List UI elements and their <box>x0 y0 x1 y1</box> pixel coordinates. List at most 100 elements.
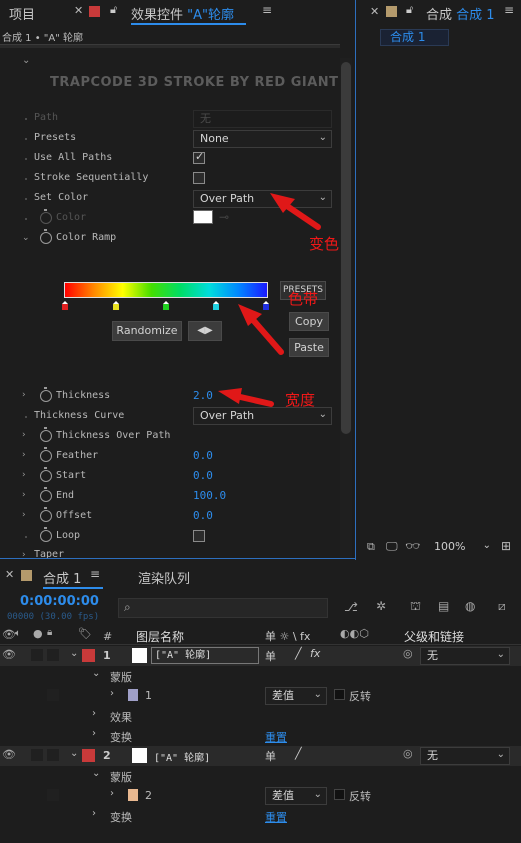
masks-group-row[interactable]: ⌄ 蒙版 <box>0 766 521 786</box>
mask-invert-checkbox[interactable] <box>334 789 345 800</box>
offset-twirl-chevron[interactable]: › <box>22 510 26 520</box>
monitor-icon[interactable]: 🖵︎ <box>386 539 398 554</box>
stopwatch-icon[interactable] <box>40 427 52 442</box>
grid-toggle-icon[interactable]: ⊞ <box>501 539 511 553</box>
search-icon: ⌕ <box>124 600 131 614</box>
graph-editor-icon[interactable]: ⧄ <box>498 599 506 614</box>
panel-menu-icon[interactable]: ≡ <box>90 567 100 581</box>
audio-toggle[interactable] <box>31 649 43 661</box>
motion-blur-icon[interactable]: ◍ <box>465 599 475 613</box>
zoom-dropdown[interactable]: 100% ⌄ <box>431 538 495 556</box>
hide-shy-layers-icon[interactable]: ⛫ <box>410 599 421 615</box>
twirl-chevron-icon[interactable]: ⌄ <box>92 768 100 779</box>
label-tag-icon[interactable]: 🏷︎ <box>78 627 92 640</box>
comp-mini-flowchart-icon[interactable]: ⎇ <box>344 600 358 614</box>
audio-toggle[interactable] <box>31 749 43 761</box>
layer-row-2[interactable]: 👁︎ ⌄ 2 ["A" 轮廓] 单 ╱ ◎ 无 ⌄ <box>0 746 521 766</box>
quality-switch-icon[interactable]: ╱ <box>295 647 302 660</box>
lock-column-icon[interactable]: 🔒︎ <box>47 627 52 638</box>
lock-icon[interactable]: 🔓︎ <box>406 3 413 17</box>
search-input[interactable]: ⌕ <box>118 598 328 618</box>
twirl-chevron-icon[interactable]: ⌄ <box>70 748 78 759</box>
offset-value[interactable]: 0.0 <box>193 509 213 522</box>
mask-lock-toggle[interactable] <box>47 789 59 801</box>
parent-dropdown[interactable]: 无 ⌄ <box>420 747 510 765</box>
stopwatch-icon[interactable] <box>40 527 52 542</box>
parent-pickwhip-icon[interactable]: ◎ <box>403 647 413 660</box>
mask-color-swatch[interactable] <box>128 789 138 801</box>
parent-pickwhip-icon[interactable]: ◎ <box>403 747 413 760</box>
render-preview-icon[interactable]: ⧉ <box>367 540 375 554</box>
stopwatch-icon[interactable] <box>40 487 52 502</box>
visibility-eye-icon[interactable]: 👁︎ <box>2 748 16 761</box>
col-layer-name-header[interactable]: 图层名称 <box>136 628 184 645</box>
layer-row-1[interactable]: 👁︎ ⌄ 1 ["A" 轮廓] 单 ╱ fx ◎ 无 ⌄ <box>0 646 521 666</box>
effects-panel-border <box>355 0 356 560</box>
mask-lock-toggle[interactable] <box>47 689 59 701</box>
tab-render-queue[interactable]: 渲染队列 <box>138 568 190 587</box>
lock-toggle[interactable] <box>47 649 59 661</box>
twirl-chevron-icon[interactable]: › <box>92 728 96 739</box>
twirl-chevron-icon[interactable]: ⌄ <box>92 668 100 679</box>
twirl-chevron-icon[interactable]: › <box>110 688 114 699</box>
quality-switch-icon[interactable]: ╱ <box>295 747 302 760</box>
mask-mode-dropdown[interactable]: 差值 ⌄ <box>265 687 327 705</box>
end-twirl-chevron[interactable]: › <box>22 490 26 500</box>
tab-composition[interactable]: 合成 合成 1 <box>426 4 495 23</box>
mask-color-swatch[interactable] <box>128 689 138 701</box>
twirl-chevron-icon[interactable]: › <box>110 788 114 799</box>
close-icon[interactable]: ✕ <box>370 5 379 18</box>
thickness-over-path-label: Thickness Over Path <box>56 430 171 441</box>
feather-value[interactable]: 0.0 <box>193 449 213 462</box>
col-switch-icons: ◐◐⬡ <box>340 627 369 640</box>
visibility-eye-icon[interactable]: 👁︎ <box>2 648 16 661</box>
parent-value: 无 <box>427 749 438 762</box>
stopwatch-icon[interactable] <box>40 507 52 522</box>
effects-group-row[interactable]: › 效果 <box>0 706 521 726</box>
layer-name[interactable]: ["A" 轮廓] <box>151 647 259 664</box>
loop-checkbox[interactable] <box>193 530 205 542</box>
transform-reset-link[interactable]: 重置 <box>265 809 287 825</box>
mask-mode-dropdown[interactable]: 差值 ⌄ <box>265 787 327 805</box>
layer-name[interactable]: ["A" 轮廓] <box>154 749 210 764</box>
mask-invert-label: 反转 <box>349 790 371 803</box>
frame-blending-icon[interactable]: ▤ <box>438 599 449 613</box>
feather-twirl-chevron[interactable]: › <box>22 450 26 460</box>
transform-reset-link[interactable]: 重置 <box>265 729 287 745</box>
lock-toggle[interactable] <box>47 749 59 761</box>
timecode[interactable]: 0:00:00:00 <box>20 594 99 609</box>
audio-icon[interactable]: 🔈︎ <box>15 628 21 639</box>
stopwatch-icon[interactable] <box>40 467 52 482</box>
start-twirl-chevron[interactable]: › <box>22 470 26 480</box>
shy-switch[interactable]: 单 <box>265 748 276 764</box>
mask-number: 1 <box>145 689 152 702</box>
shy-switch[interactable]: 单 <box>265 648 276 664</box>
twirl-chevron-icon[interactable]: ⌄ <box>70 648 78 659</box>
video-eye-icon[interactable]: 👁︎ <box>2 628 16 641</box>
mask-invert-checkbox[interactable] <box>334 689 345 700</box>
thickness-over-path-twirl-chevron[interactable]: › <box>22 430 26 440</box>
close-icon[interactable]: ✕ <box>5 568 14 581</box>
transform-group-row[interactable]: › 变换 重置 <box>0 726 521 746</box>
draft-3d-icon[interactable]: ✲ <box>376 599 386 613</box>
end-value[interactable]: 100.0 <box>193 489 226 502</box>
mask-visibility-icon[interactable]: 👓︎ <box>405 539 420 553</box>
comp-viewer[interactable] <box>359 52 521 532</box>
twirl-chevron-icon[interactable]: › <box>92 808 96 819</box>
tab-timeline[interactable]: 合成 1 <box>43 568 81 587</box>
solo-icon[interactable]: ● <box>33 627 43 640</box>
layer-label-color[interactable] <box>82 749 95 762</box>
layer-label-color[interactable] <box>82 649 95 662</box>
stopwatch-icon[interactable] <box>40 447 52 462</box>
start-value[interactable]: 0.0 <box>193 469 213 482</box>
parent-dropdown[interactable]: 无 ⌄ <box>420 647 510 665</box>
mask-row-1[interactable]: › 1 差值 ⌄ 反转 <box>0 686 521 706</box>
col-parent-header[interactable]: 父级和链接 <box>404 628 464 645</box>
panel-menu-icon[interactable]: ≡ <box>504 3 514 17</box>
mask-row-2[interactable]: › 2 差值 ⌄ 反转 <box>0 786 521 806</box>
masks-group-row[interactable]: ⌄ 蒙版 <box>0 666 521 686</box>
twirl-chevron-icon[interactable]: › <box>92 708 96 719</box>
comp-name-chip[interactable]: 合成 1 <box>380 29 449 46</box>
fx-switch-icon[interactable]: fx <box>310 647 320 660</box>
transform-group-row[interactable]: › 变换 重置 <box>0 806 521 826</box>
